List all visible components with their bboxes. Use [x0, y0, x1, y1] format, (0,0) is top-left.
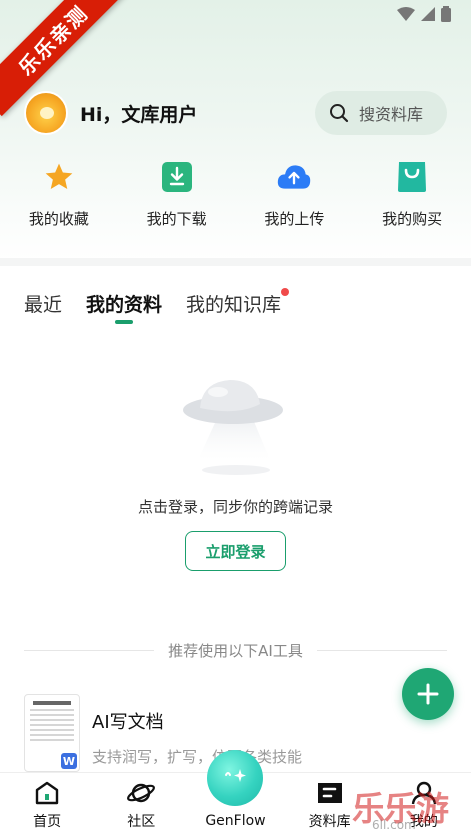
- thumbnail-line: [30, 734, 74, 736]
- genflow-orb-icon[interactable]: [207, 750, 263, 806]
- quick-action-label: 我的下载: [146, 210, 207, 228]
- search-button[interactable]: 搜资料库: [315, 91, 447, 135]
- thumbnail-line: [30, 719, 74, 721]
- quick-action-downloads[interactable]: 我的下载: [118, 160, 236, 229]
- section-divider: [0, 258, 471, 266]
- thumbnail-line: [30, 714, 74, 716]
- greeting-text: Hi，文库用户: [80, 103, 198, 126]
- ai-tools-heading: 推荐使用以下AI工具: [168, 642, 303, 660]
- wifi-icon: [397, 7, 415, 21]
- ai-tool-description: 支持润写，扩写，仿写各类技能: [92, 748, 303, 766]
- add-button[interactable]: [402, 668, 454, 720]
- thumbnail-line: [30, 729, 74, 731]
- nav-label: 社区: [127, 814, 156, 830]
- shopping-bag-icon: [398, 162, 427, 192]
- nav-label: GenFlow: [205, 813, 266, 829]
- quick-action-uploads[interactable]: 我的上传: [236, 160, 354, 229]
- word-doc-icon: W: [61, 753, 77, 769]
- sparkle-icon: [225, 769, 246, 782]
- star-icon: [45, 163, 73, 189]
- search-icon: [330, 104, 349, 123]
- separator-line: [316, 650, 447, 651]
- tab-label: 我的知识库: [186, 294, 282, 316]
- thumbnail-line: [30, 739, 74, 741]
- document-thumbnail: W: [24, 694, 80, 772]
- avatar[interactable]: [24, 91, 68, 135]
- nav-label: 资料库: [308, 814, 351, 830]
- quick-action-purchases[interactable]: 我的购买: [353, 160, 471, 229]
- ufo-illustration: [183, 380, 283, 475]
- quick-action-label: 我的上传: [264, 210, 325, 228]
- nav-label: 首页: [33, 814, 62, 830]
- profile-header: Hi，文库用户 搜资料库: [24, 86, 447, 140]
- battery-icon: [441, 6, 451, 22]
- separator-line: [24, 650, 155, 651]
- quick-actions: 我的收藏 我的下载 我的上传 我的购买: [0, 160, 471, 229]
- quick-action-label: 我的收藏: [28, 210, 89, 228]
- quick-action-label: 我的购买: [382, 210, 443, 228]
- thumbnail-line: [30, 709, 74, 711]
- empty-state-text: 点击登录，同步你的跨端记录: [137, 498, 333, 516]
- thumbnail-line: [30, 724, 74, 726]
- signal-icon: [421, 7, 435, 21]
- nav-home[interactable]: 首页: [0, 773, 94, 837]
- download-icon: [161, 162, 192, 192]
- ai-tools-separator: 推荐使用以下AI工具: [24, 640, 447, 661]
- notification-badge: [281, 288, 290, 296]
- site-watermark-url: 6ll.com: [372, 818, 416, 832]
- planet-icon: [127, 783, 156, 803]
- home-icon: [35, 781, 59, 805]
- login-button[interactable]: 立即登录: [185, 531, 286, 571]
- status-bar: [397, 6, 451, 22]
- tab-my-materials[interactable]: 我的资料: [86, 290, 162, 317]
- search-label: 搜资料库: [359, 105, 424, 124]
- tab-my-knowledge-base[interactable]: 我的知识库: [186, 288, 290, 317]
- upload-cloud-icon: [278, 165, 311, 189]
- ai-tool-title: AI写文档: [92, 712, 164, 733]
- plus-icon: [417, 683, 439, 705]
- quick-action-favorites[interactable]: 我的收藏: [0, 160, 118, 229]
- content-tabs: 最近 我的资料 我的知识库: [24, 288, 290, 317]
- library-icon: [317, 783, 342, 803]
- tab-recent[interactable]: 最近: [24, 290, 62, 317]
- thumbnail-title-bar: [33, 701, 71, 705]
- nav-community[interactable]: 社区: [94, 773, 188, 837]
